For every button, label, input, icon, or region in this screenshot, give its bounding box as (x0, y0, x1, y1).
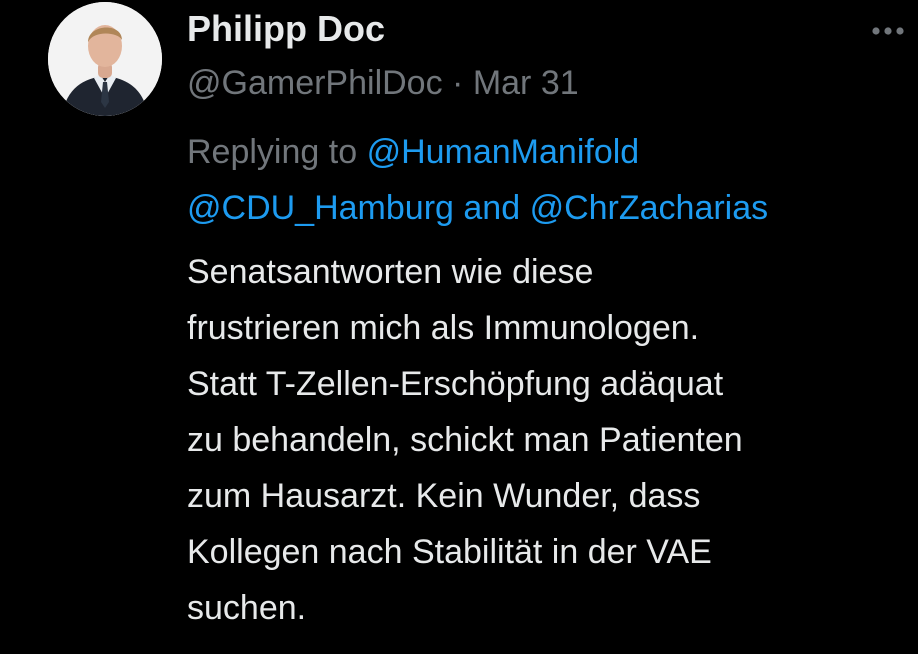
tweet-body-line: frustrieren mich als Immunologen. (187, 309, 700, 347)
replying-to-label: Replying to (187, 133, 358, 171)
meta-separator: · (452, 64, 464, 102)
tweet-body-line: suchen. (187, 589, 307, 627)
tweet-body: Senatsantworten wie diese frustrieren mi… (187, 244, 912, 636)
replying-to: Replying to @HumanManifold @CDU_Hamburg … (187, 124, 907, 236)
tweet-body-line: Statt T-Zellen-Erschöpfung adäquat (187, 365, 724, 403)
more-horizontal-icon (872, 27, 904, 35)
mention-conjunction: and (463, 189, 521, 227)
mention-cdu-hamburg[interactable]: @CDU_Hamburg (187, 189, 454, 227)
avatar-photo-image (48, 2, 162, 116)
tweet-date[interactable]: Mar 31 (473, 64, 579, 102)
tweet-body-line: Kollegen nach Stabilität in der VAE (187, 533, 712, 571)
tweet-body-line: zu behandeln, schickt man Patienten (187, 421, 743, 459)
author-display-name[interactable]: Philipp Doc (187, 8, 385, 50)
avatar[interactable] (48, 2, 162, 116)
tweet-body-line: Senatsantworten wie diese (187, 253, 594, 291)
mention-chrzacharias[interactable]: @ChrZacharias (530, 189, 769, 227)
more-options-button[interactable] (864, 14, 912, 48)
tweet-body-line: zum Hausarzt. Kein Wunder, dass (187, 477, 701, 515)
author-handle[interactable]: @GamerPhilDoc (187, 64, 443, 102)
mention-humanmanifold[interactable]: @HumanManifold (367, 133, 640, 171)
tweet-meta: @GamerPhilDoc · Mar 31 (187, 64, 579, 103)
tweet: Philipp Doc @GamerPhilDoc · Mar 31 Reply… (0, 0, 918, 654)
